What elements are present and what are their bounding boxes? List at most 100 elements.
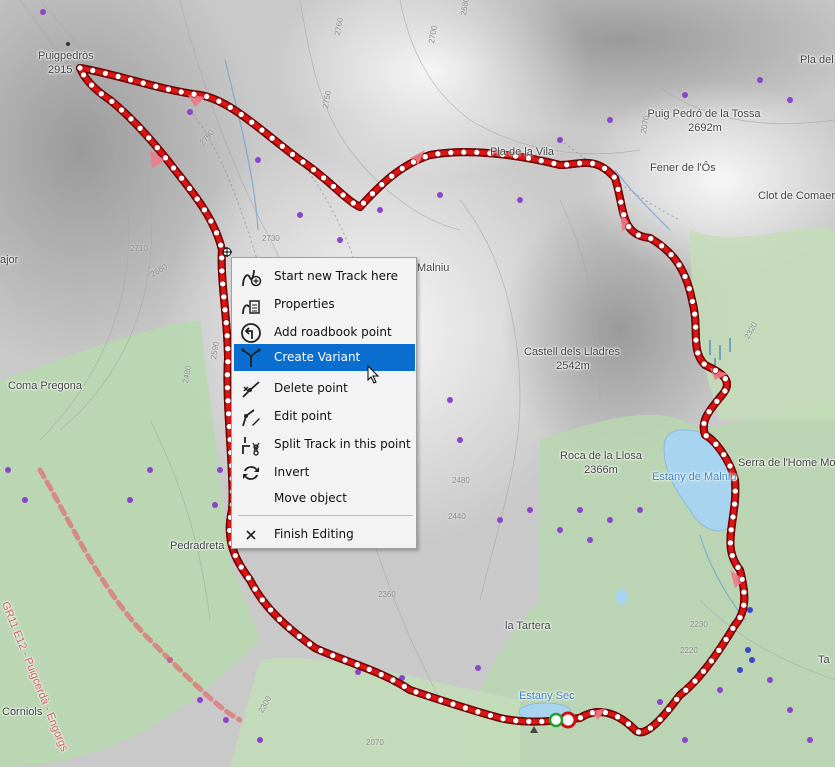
track-vertex[interactable] bbox=[576, 159, 583, 167]
menu-item-invert[interactable]: Invert bbox=[234, 459, 415, 486]
track-vertex[interactable] bbox=[635, 728, 642, 736]
track-vertex[interactable] bbox=[365, 666, 373, 673]
track-vertex[interactable] bbox=[193, 195, 201, 203]
track-vertex[interactable] bbox=[691, 677, 699, 685]
track-vertex[interactable] bbox=[577, 714, 584, 722]
track-vertex[interactable] bbox=[412, 688, 420, 696]
track-vertex[interactable] bbox=[258, 596, 266, 604]
track-vertex[interactable] bbox=[224, 371, 231, 379]
track-vertex[interactable] bbox=[700, 667, 707, 675]
track-vertex[interactable] bbox=[692, 336, 700, 344]
track-vertex[interactable] bbox=[682, 686, 690, 694]
track-vertex[interactable] bbox=[700, 360, 708, 368]
track-vertex[interactable] bbox=[136, 125, 144, 132]
track-vertex[interactable] bbox=[360, 199, 367, 207]
track-vertex[interactable] bbox=[152, 83, 160, 90]
track-vertex[interactable] bbox=[80, 71, 87, 79]
track-vertex[interactable] bbox=[299, 158, 307, 166]
track-vertex[interactable] bbox=[410, 158, 417, 166]
track-vertex[interactable] bbox=[377, 671, 385, 678]
track-vertex[interactable] bbox=[127, 76, 134, 84]
track-vertex[interactable] bbox=[647, 724, 654, 732]
menu-item-split-track[interactable]: Split Track in this point bbox=[234, 431, 415, 458]
track-vertex[interactable] bbox=[295, 632, 303, 640]
track-vertex[interactable] bbox=[601, 165, 608, 172]
track-vertex[interactable] bbox=[248, 118, 255, 126]
track-vertex[interactable] bbox=[437, 696, 445, 704]
track-vertex[interactable] bbox=[729, 625, 737, 632]
track-vertex[interactable] bbox=[740, 601, 748, 609]
track-vertex[interactable] bbox=[474, 708, 482, 716]
track-vertex[interactable] bbox=[278, 143, 286, 150]
track-vertex[interactable] bbox=[215, 97, 223, 105]
track-vertex[interactable] bbox=[708, 657, 715, 665]
track-vertex[interactable] bbox=[330, 183, 337, 190]
track-vertex[interactable] bbox=[398, 165, 406, 172]
track-vertex[interactable] bbox=[610, 173, 618, 181]
track-vertex[interactable] bbox=[537, 157, 545, 164]
track-vertex[interactable] bbox=[499, 715, 507, 723]
menu-item-move-object[interactable]: Move object bbox=[234, 485, 415, 512]
track-vertex[interactable] bbox=[525, 718, 533, 725]
track-vertex[interactable] bbox=[349, 199, 357, 207]
track-vertex[interactable] bbox=[341, 656, 349, 664]
track-vertex[interactable] bbox=[731, 487, 739, 495]
track-vertex[interactable] bbox=[487, 712, 494, 719]
track-vertex[interactable] bbox=[186, 185, 193, 192]
track-vertex[interactable] bbox=[692, 323, 699, 331]
track-vertex[interactable] bbox=[722, 636, 730, 643]
track-vertex[interactable] bbox=[154, 144, 161, 151]
track-vertex[interactable] bbox=[224, 384, 231, 392]
track-vertex[interactable] bbox=[614, 713, 621, 721]
track-vertex[interactable] bbox=[127, 115, 135, 123]
track-vertex[interactable] bbox=[614, 186, 622, 193]
track-vertex[interactable] bbox=[177, 88, 185, 96]
track-vertex[interactable] bbox=[306, 640, 313, 648]
track-vertex[interactable] bbox=[726, 462, 734, 470]
track-vertex[interactable] bbox=[289, 151, 296, 158]
track-vertex[interactable] bbox=[667, 251, 675, 258]
menu-item-start-new-track[interactable]: Start new Track here bbox=[234, 263, 415, 290]
track-vertex[interactable] bbox=[224, 358, 232, 366]
track-vertex[interactable] bbox=[694, 349, 702, 357]
track-vertex[interactable] bbox=[217, 241, 224, 249]
track-vertex[interactable] bbox=[625, 223, 633, 230]
track-vertex[interactable] bbox=[190, 90, 198, 98]
track-vertex[interactable] bbox=[424, 692, 432, 700]
track-vertex[interactable] bbox=[602, 709, 609, 716]
track-vertex[interactable] bbox=[207, 217, 215, 225]
track-vertex[interactable] bbox=[421, 153, 429, 160]
track-vertex[interactable] bbox=[224, 345, 232, 353]
track-vertex[interactable] bbox=[689, 298, 696, 305]
track-vertex[interactable] bbox=[713, 397, 721, 405]
track-vertex[interactable] bbox=[434, 150, 442, 158]
track-vertex[interactable] bbox=[223, 332, 231, 340]
track-vertex[interactable] bbox=[276, 615, 283, 623]
track-vertex[interactable] bbox=[369, 190, 376, 197]
track-vertex[interactable] bbox=[681, 273, 689, 280]
track-vertex[interactable] bbox=[738, 575, 746, 583]
track-vertex[interactable] bbox=[447, 149, 455, 156]
track-vertex[interactable] bbox=[721, 375, 729, 383]
track-vertex[interactable] bbox=[339, 191, 347, 199]
menu-item-finish-editing[interactable]: Finish Editing bbox=[234, 521, 415, 548]
track-vertex[interactable] bbox=[218, 267, 226, 275]
track-vertex[interactable] bbox=[736, 614, 744, 621]
track-vertex[interactable] bbox=[589, 709, 596, 717]
track-vertex[interactable] bbox=[675, 261, 683, 269]
track-vertex[interactable] bbox=[102, 70, 109, 77]
track-vertex[interactable] bbox=[221, 306, 229, 314]
track-vertex[interactable] bbox=[245, 574, 252, 582]
track-vertex[interactable] bbox=[647, 235, 655, 242]
track-vertex[interactable] bbox=[329, 652, 337, 659]
track-vertex[interactable] bbox=[237, 563, 245, 571]
track-vertex[interactable] bbox=[170, 164, 177, 172]
track-vertex[interactable] bbox=[267, 606, 274, 614]
track-vertex[interactable] bbox=[705, 408, 713, 416]
track-vertex[interactable] bbox=[201, 206, 208, 214]
track-vertex[interactable] bbox=[563, 161, 571, 168]
track-vertex[interactable] bbox=[98, 90, 105, 98]
track-vertex[interactable] bbox=[219, 280, 226, 288]
track-vertex[interactable] bbox=[218, 254, 225, 262]
track-vertex[interactable] bbox=[237, 111, 245, 118]
